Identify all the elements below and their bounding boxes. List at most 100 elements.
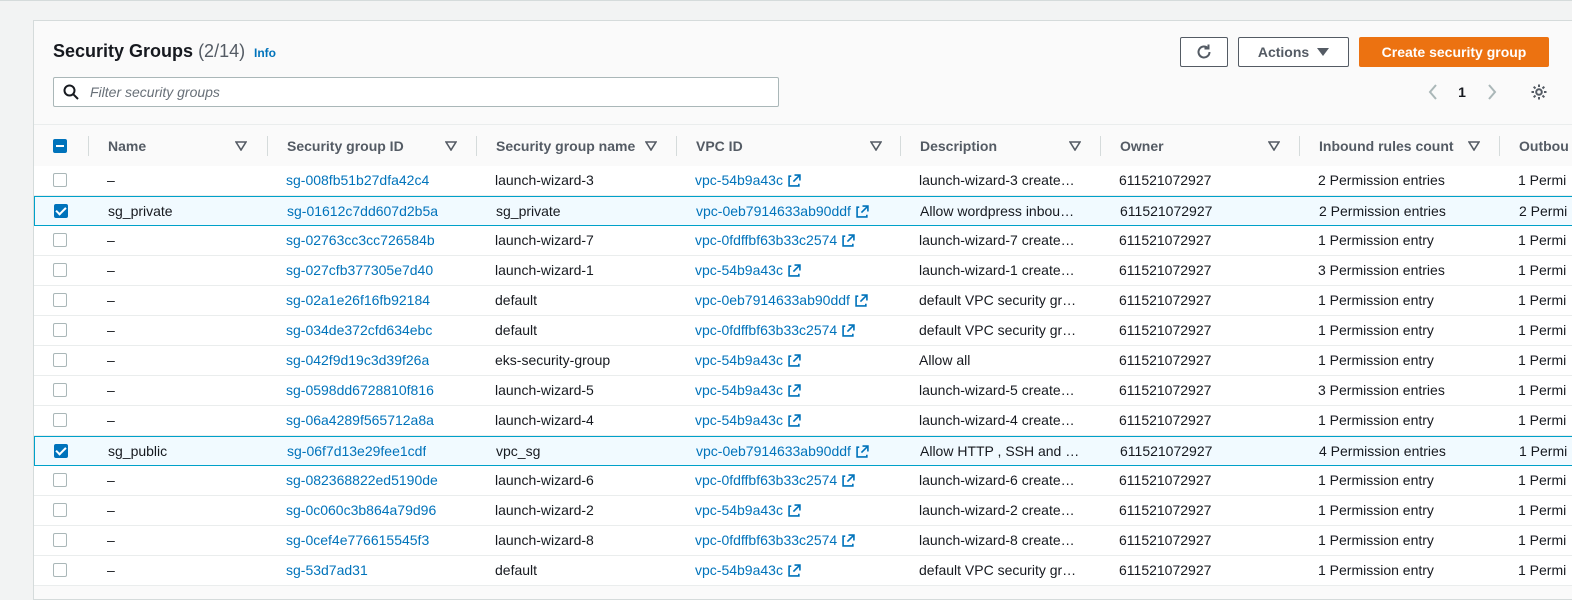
- row-outbound-rules: 1 Permi: [1518, 532, 1567, 548]
- chevron-right-icon: [1488, 84, 1497, 100]
- vpc-id-link[interactable]: vpc-54b9a43c: [695, 346, 801, 375]
- row-checkbox[interactable]: [53, 473, 67, 487]
- row-checkbox[interactable]: [53, 173, 67, 187]
- row-checkbox[interactable]: [53, 383, 67, 397]
- row-checkbox[interactable]: [53, 413, 67, 427]
- security-group-name: launch-wizard-3: [495, 172, 594, 188]
- row-checkbox[interactable]: [53, 233, 67, 247]
- security-group-id-link[interactable]: sg-06a4289f565712a8a: [286, 406, 434, 435]
- row-checkbox[interactable]: [54, 204, 68, 218]
- table-row[interactable]: – sg-0cef4e776615545f3 launch-wizard-8 vpc-…: [34, 526, 1572, 556]
- column-divider[interactable]: [676, 136, 677, 156]
- security-group-id-link[interactable]: sg-53d7ad31: [286, 556, 368, 585]
- security-group-name: eks-security-group: [495, 352, 611, 368]
- row-outbound-rules: 1 Permi: [1518, 262, 1567, 278]
- row-checkbox[interactable]: [53, 323, 67, 337]
- vpc-id-link[interactable]: vpc-54b9a43c: [695, 496, 801, 525]
- vpc-id-link[interactable]: vpc-0eb7914633ab90ddf: [695, 286, 868, 315]
- table-row[interactable]: – sg-06a4289f565712a8a launch-wizard-4 vpc-…: [34, 406, 1572, 436]
- sort-triangle-icon[interactable]: [1468, 141, 1480, 151]
- row-outbound-rules: 1 Permi: [1518, 502, 1567, 518]
- vpc-id-link[interactable]: vpc-54b9a43c: [695, 256, 801, 285]
- row-checkbox[interactable]: [53, 533, 67, 547]
- security-group-id-link[interactable]: sg-02763cc3cc726584b: [286, 226, 435, 255]
- column-divider[interactable]: [476, 136, 477, 156]
- vpc-id-link[interactable]: vpc-54b9a43c: [695, 376, 801, 405]
- sort-triangle-icon[interactable]: [445, 141, 457, 151]
- row-description: launch-wizard-3 create…: [919, 172, 1075, 188]
- security-group-id-link[interactable]: sg-06f7d13e29fee1cdf: [287, 437, 426, 466]
- column-header-label: Owner: [1120, 138, 1164, 154]
- security-group-id-link[interactable]: sg-082368822ed5190de: [286, 466, 438, 495]
- table-row[interactable]: – sg-042f9d19c3d39f26a eks-security-group v…: [34, 346, 1572, 376]
- row-outbound-rules: 1 Permi: [1518, 172, 1567, 188]
- vpc-id-link[interactable]: vpc-0fdffbf63b33c2574: [695, 316, 855, 345]
- security-group-id-link[interactable]: sg-008fb51b27dfa42c4: [286, 166, 429, 195]
- table-row[interactable]: – sg-02763cc3cc726584b launch-wizard-7 vpc-…: [34, 226, 1572, 256]
- security-group-id-link[interactable]: sg-02a1e26f16fb92184: [286, 286, 430, 315]
- row-checkbox[interactable]: [53, 353, 67, 367]
- row-checkbox[interactable]: [53, 503, 67, 517]
- external-link-icon: [842, 234, 855, 247]
- table-row[interactable]: – sg-0c060c3b864a79d96 launch-wizard-2 vpc-…: [34, 496, 1572, 526]
- security-group-id-link[interactable]: sg-0cef4e776615545f3: [286, 526, 429, 555]
- next-page-button[interactable]: [1483, 81, 1501, 103]
- security-group-name: launch-wizard-5: [495, 382, 594, 398]
- row-checkbox[interactable]: [53, 293, 67, 307]
- row-description: launch-wizard-4 create…: [919, 412, 1075, 428]
- column-divider[interactable]: [1299, 136, 1300, 156]
- vpc-id-link[interactable]: vpc-54b9a43c: [695, 556, 801, 585]
- vpc-id-link[interactable]: vpc-0eb7914633ab90ddf: [696, 437, 869, 466]
- column-divider[interactable]: [900, 136, 901, 156]
- row-inbound-rules: 1 Permission entry: [1318, 412, 1434, 428]
- table-row[interactable]: – sg-027cfb377305e7d40 launch-wizard-1 vpc-…: [34, 256, 1572, 286]
- security-group-id-link[interactable]: sg-0598dd6728810f816: [286, 376, 434, 405]
- security-group-id-link[interactable]: sg-042f9d19c3d39f26a: [286, 346, 429, 375]
- previous-page-button[interactable]: [1424, 81, 1442, 103]
- row-checkbox[interactable]: [53, 563, 67, 577]
- sort-triangle-icon[interactable]: [1069, 141, 1081, 151]
- column-divider[interactable]: [267, 136, 268, 156]
- column-divider[interactable]: [1499, 136, 1500, 156]
- vpc-id-link[interactable]: vpc-54b9a43c: [695, 166, 801, 195]
- vpc-id-link[interactable]: vpc-0eb7914633ab90ddf: [696, 197, 869, 226]
- table-settings-button[interactable]: [1528, 81, 1550, 103]
- security-group-id-link[interactable]: sg-0c060c3b864a79d96: [286, 496, 436, 525]
- row-description: launch-wizard-5 create…: [919, 382, 1075, 398]
- security-group-id-link[interactable]: sg-01612c7dd607d2b5a: [287, 197, 438, 226]
- create-security-group-button[interactable]: Create security group: [1359, 37, 1549, 67]
- sort-triangle-icon[interactable]: [235, 141, 247, 151]
- vpc-id-link[interactable]: vpc-0fdffbf63b33c2574: [695, 526, 855, 555]
- external-link-icon: [788, 414, 801, 427]
- sort-triangle-icon[interactable]: [1268, 141, 1280, 151]
- security-group-id-link[interactable]: sg-034de372cfd634ebc: [286, 316, 432, 345]
- vpc-id-link[interactable]: vpc-54b9a43c: [695, 406, 801, 435]
- security-group-id-link[interactable]: sg-027cfb377305e7d40: [286, 256, 433, 285]
- actions-dropdown-button[interactable]: Actions: [1238, 37, 1349, 67]
- table-row[interactable]: – sg-034de372cfd634ebc default vpc-0fdffbf6…: [34, 316, 1572, 346]
- row-checkbox[interactable]: [53, 263, 67, 277]
- sort-triangle-icon[interactable]: [870, 141, 882, 151]
- row-checkbox[interactable]: [54, 444, 68, 458]
- table-row[interactable]: sg_private sg-01612c7dd607d2b5a sg_private…: [34, 196, 1572, 226]
- filter-search-box[interactable]: [53, 77, 779, 107]
- row-owner: 611521072927: [1119, 292, 1212, 308]
- filter-search-input[interactable]: [88, 83, 778, 101]
- security-group-name: launch-wizard-7: [495, 232, 594, 248]
- table-row[interactable]: – sg-02a1e26f16fb92184 default vpc-0eb79146…: [34, 286, 1572, 316]
- table-row[interactable]: – sg-008fb51b27dfa42c4 launch-wizard-3 vpc-…: [34, 166, 1572, 196]
- select-all-checkbox[interactable]: [53, 139, 67, 153]
- current-page-number[interactable]: 1: [1452, 81, 1472, 103]
- row-owner: 611521072927: [1120, 443, 1213, 459]
- vpc-id-link[interactable]: vpc-0fdffbf63b33c2574: [695, 466, 855, 495]
- row-name: –: [107, 562, 115, 578]
- refresh-button[interactable]: [1180, 37, 1228, 67]
- column-divider[interactable]: [1100, 136, 1101, 156]
- table-row[interactable]: – sg-082368822ed5190de launch-wizard-6 vpc-…: [34, 466, 1572, 496]
- table-row[interactable]: – sg-0598dd6728810f816 launch-wizard-5 vpc-…: [34, 376, 1572, 406]
- vpc-id-link[interactable]: vpc-0fdffbf63b33c2574: [695, 226, 855, 255]
- table-row[interactable]: – sg-53d7ad31 default vpc-54b9a43c default V…: [34, 556, 1572, 586]
- info-link[interactable]: Info: [254, 46, 276, 60]
- sort-triangle-icon[interactable]: [645, 141, 657, 151]
- table-row[interactable]: sg_public sg-06f7d13e29fee1cdf vpc_sg vpc-0…: [34, 436, 1572, 466]
